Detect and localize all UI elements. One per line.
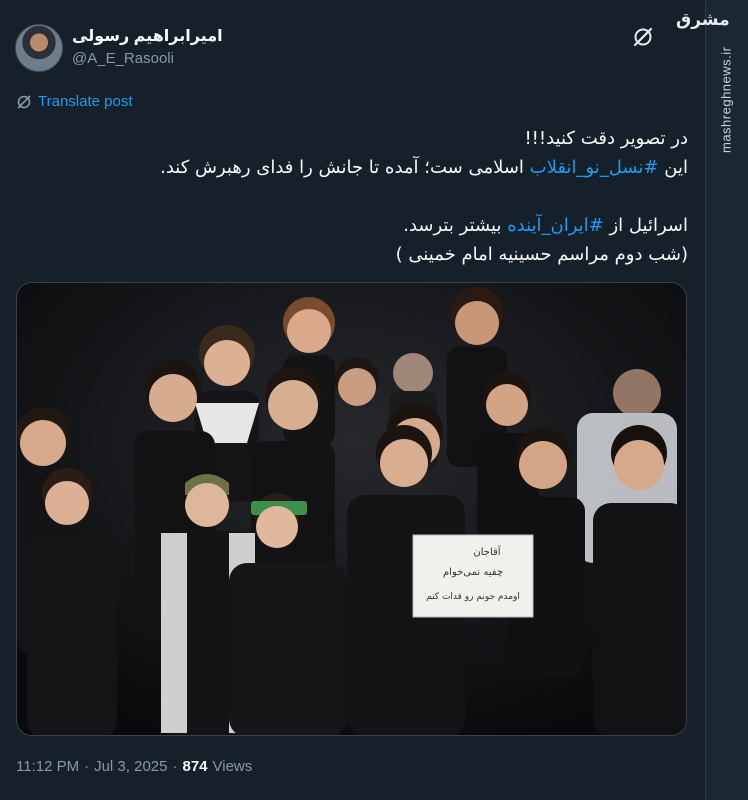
- photo-illustration: آقاجان چفیه نمی‌خوام اومدم جونم رو فدات …: [17, 283, 686, 735]
- tweet-line-2-prefix: این: [658, 157, 688, 178]
- author-avatar[interactable]: [15, 24, 63, 72]
- tweet-line-3: اسرائیل از #ایران_آینده بیشتر بترسد.: [16, 211, 688, 240]
- hashtag-nasl-no-enghelab[interactable]: #نسل_نو_انقلاب: [530, 157, 659, 178]
- author-handle[interactable]: @A_E_Rasooli: [72, 50, 174, 67]
- grok-icon[interactable]: [632, 26, 654, 48]
- tweet-line-2-suffix: اسلامی ست؛ آمده تا جانش را فدای رهبرش کن…: [160, 157, 530, 178]
- mashregh-logo: مشرق: [676, 10, 730, 30]
- translate-label[interactable]: Translate post: [38, 93, 133, 110]
- meta-separator-1: ·: [84, 758, 90, 775]
- watermark-site: mashreghnews.ir: [718, 46, 734, 154]
- tweet-photo[interactable]: آقاجان چفیه نمی‌خوام اومدم جونم رو فدات …: [16, 282, 687, 736]
- sign-line-2: چفیه نمی‌خوام: [443, 567, 503, 578]
- tweet-line-2: این #نسل_نو_انقلاب اسلامی ست؛ آمده تا جا…: [16, 153, 688, 182]
- handwritten-sign: آقاجان چفیه نمی‌خوام اومدم جونم رو فدات …: [412, 534, 534, 618]
- screenshot-frame: امیرابراهیم رسولی @A_E_Rasooli Translate…: [0, 0, 748, 800]
- sign-line-3: اومدم جونم رو فدات کنم: [426, 592, 520, 602]
- meta-separator-2: ·: [172, 758, 178, 775]
- views-count: 874: [182, 758, 208, 775]
- views-label: Views: [212, 758, 253, 775]
- translate-post-link[interactable]: Translate post: [16, 93, 133, 110]
- tweet-line-3-suffix: بیشتر بترسد.: [403, 215, 508, 236]
- tweet-line-1: در تصویر دقت کنید!!!: [524, 128, 688, 149]
- author-name[interactable]: امیرابراهیم رسولی: [72, 26, 223, 46]
- tweet-date[interactable]: Jul 3, 2025: [94, 758, 167, 775]
- tweet-card: امیرابراهیم رسولی @A_E_Rasooli Translate…: [0, 0, 705, 800]
- tweet-time[interactable]: 11:12 PM: [16, 758, 79, 775]
- sign-line-1: آقاجان: [473, 545, 501, 558]
- tweet-line-4: (شب دوم مراسم حسینیه امام خمینی ): [395, 244, 688, 265]
- tweet-line-3-prefix: اسرائیل از: [603, 215, 688, 236]
- translate-icon: [17, 94, 31, 109]
- tweet-meta: 11:12 PM · Jul 3, 2025 · 874 Views: [16, 758, 252, 775]
- hashtag-iran-ayandeh[interactable]: #ایران_آینده: [507, 215, 604, 236]
- tweet-text: در تصویر دقت کنید!!! این #نسل_نو_انقلاب …: [16, 124, 688, 269]
